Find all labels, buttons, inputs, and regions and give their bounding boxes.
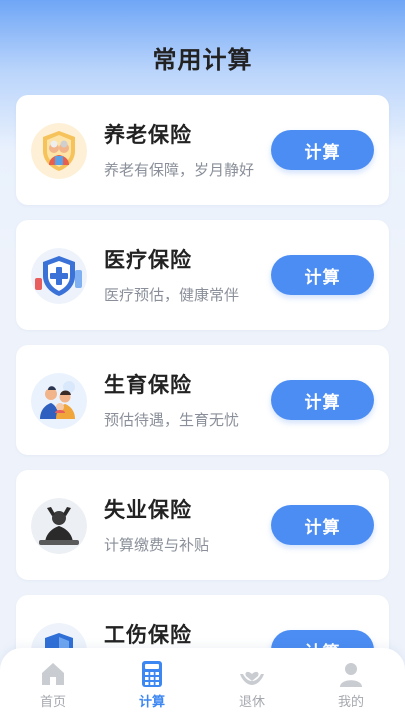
calculate-button[interactable]: 计算 (271, 130, 374, 170)
card-subtitle: 计算缴费与补贴 (104, 536, 210, 554)
home-icon (42, 663, 64, 685)
tab-calculate[interactable]: 计算 (122, 660, 182, 710)
card-maternity-insurance[interactable]: 生育保险 预估待遇，生育无忧 计算 (16, 345, 389, 455)
tab-retirement[interactable]: 退休 (222, 660, 282, 710)
card-title: 工伤保险 (104, 623, 192, 647)
tab-label: 计算 (138, 695, 165, 710)
card-unemployment-insurance[interactable]: 失业保险 计算缴费与补贴 计算 (16, 470, 389, 580)
card-title: 生育保险 (104, 373, 192, 397)
user-icon (340, 663, 362, 687)
card-pension-insurance[interactable]: 养老保险 养老有保障，岁月静好 计算 (16, 95, 389, 205)
card-title: 医疗保险 (104, 248, 192, 272)
medical-shield-cross-icon (31, 248, 87, 304)
card-subtitle: 医疗预估，健康常伴 (104, 286, 240, 304)
calculate-button[interactable]: 计算 (271, 255, 374, 295)
elderly-couple-shield-icon (31, 123, 87, 179)
card-title: 养老保险 (104, 123, 192, 147)
bottom-tab-bar: 首页 计算 退休 我的 (0, 648, 405, 720)
header: 常用计算 (0, 0, 405, 92)
tab-label: 我的 (337, 695, 364, 710)
card-title: 失业保险 (104, 498, 192, 522)
worried-person-icon (31, 498, 87, 554)
tab-label: 退休 (238, 695, 265, 710)
card-subtitle: 预估待遇，生育无忧 (104, 411, 240, 429)
heart-hands-icon (240, 671, 264, 685)
family-baby-icon (31, 373, 87, 429)
tab-home[interactable]: 首页 (23, 660, 83, 710)
tab-profile[interactable]: 我的 (321, 660, 381, 710)
page-title: 常用计算 (152, 46, 253, 74)
card-subtitle: 养老有保障，岁月静好 (104, 161, 255, 179)
card-medical-insurance[interactable]: 医疗保险 医疗预估，健康常伴 计算 (16, 220, 389, 330)
calculate-button[interactable]: 计算 (271, 505, 374, 545)
tab-label: 首页 (39, 695, 66, 710)
calculator-icon (142, 661, 162, 687)
calculate-button[interactable]: 计算 (271, 380, 374, 420)
